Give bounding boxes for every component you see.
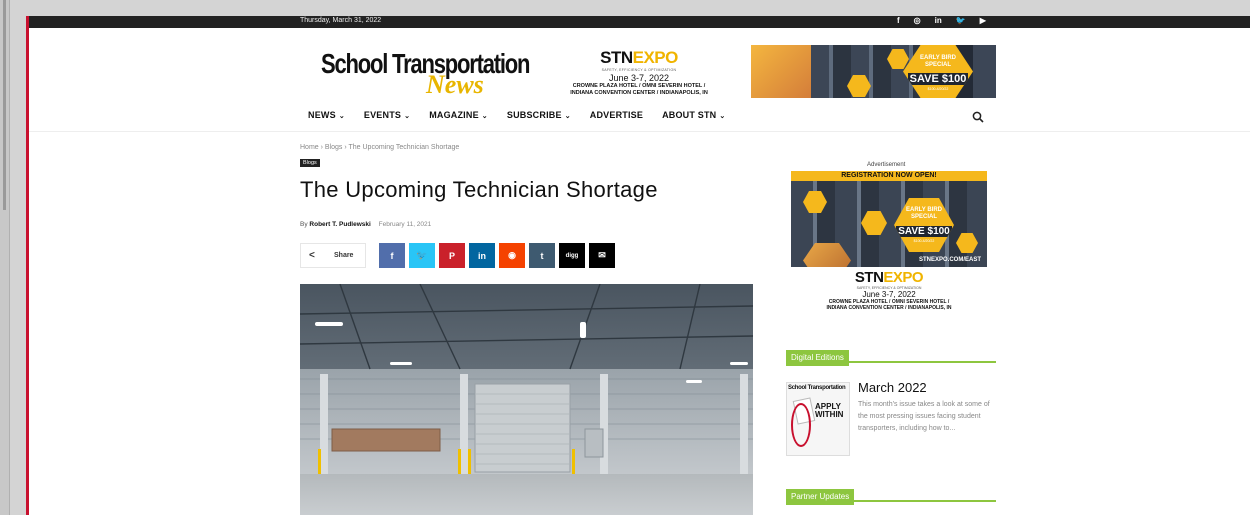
partner-updates-label: Partner Updates xyxy=(786,489,855,505)
main-nav: NEWS ⌄ EVENTS ⌄ MAGAZINE ⌄ SUBSCRIBE ⌄ ADVER… xyxy=(308,110,725,120)
search-icon[interactable] xyxy=(972,111,984,123)
pinterest-share-button[interactable]: P xyxy=(439,243,465,268)
twitter-icon: 🐦 xyxy=(416,250,428,260)
nav-news-label: NEWS xyxy=(308,110,336,120)
ad-url: STNEXPO.COM/EAST xyxy=(918,257,981,263)
social-links: f ◎ in 🐦 ▶ xyxy=(897,16,986,25)
nav-subscribe-label: SUBSCRIBE xyxy=(506,110,562,120)
warehouse-photo xyxy=(300,284,753,515)
chevron-down-icon: ⌄ xyxy=(338,113,345,120)
digital-editions-label: Digital Editions xyxy=(786,350,849,366)
nav-about[interactable]: ABOUT STN ⌄ xyxy=(662,110,725,120)
expo-promo[interactable]: STNEXPO SAFETY, EFFICIENCY & OPTIMIZATIO… xyxy=(554,48,724,108)
ad-label: Advertisement xyxy=(867,162,906,168)
expo-venue-line2: INDIANA CONVENTION CENTER / INDIANAPOLIS… xyxy=(570,90,708,96)
byline-by: By xyxy=(300,221,308,228)
scroll-thumb[interactable] xyxy=(3,0,6,210)
twitter-icon[interactable]: 🐦 xyxy=(956,16,966,25)
nav-magazine-label: MAGAZINE xyxy=(429,110,479,120)
article-hero-image xyxy=(300,284,753,515)
reddit-icon: ◉ xyxy=(508,250,516,260)
youtube-icon[interactable]: ▶ xyxy=(980,16,986,25)
edition-description: This month's issue takes a look at some … xyxy=(858,401,990,432)
author-link[interactable]: Robert T. Pudlewski xyxy=(309,221,370,228)
top-date: Thursday, March 31, 2022 xyxy=(300,17,382,24)
tumblr-icon: t xyxy=(540,250,544,261)
email-icon: ✉ xyxy=(598,250,606,260)
nav-events[interactable]: EVENTS ⌄ xyxy=(364,110,410,120)
ad-brand-a: STN xyxy=(854,269,884,286)
expo-venue-line1: CROWNE PLAZA HOTEL / OMNI SEVERIN HOTEL … xyxy=(572,83,706,89)
article-date: February 11, 2021 xyxy=(378,221,432,228)
article-byline: By Robert T. Pudlewski February 11, 2021 xyxy=(300,221,431,228)
cover-headline: APPLY WITHIN xyxy=(815,402,844,419)
nav-subscribe[interactable]: SUBSCRIBE ⌄ xyxy=(507,110,571,120)
linkedin-icon[interactable]: in xyxy=(935,16,942,25)
expo-dates: June 3-7, 2022 xyxy=(608,73,670,83)
expo-sidebar-ad[interactable]: REGISTRATION NOW OPEN! EARLY BIRD SPECIA… xyxy=(791,171,987,316)
banner-offer-line2: SPECIAL xyxy=(924,62,951,68)
ad-headline: REGISTRATION NOW OPEN! xyxy=(791,171,987,181)
web-page: Thursday, March 31, 2022 f ◎ in 🐦 ▶ Scho… xyxy=(26,16,1250,515)
logo-text-news: News xyxy=(426,70,484,99)
expo-brand-b: EXPO xyxy=(632,48,679,67)
breadcrumb[interactable]: Home › Blogs › The Upcoming Technician S… xyxy=(300,144,459,151)
share-icon: < xyxy=(309,250,315,261)
banner-photo-side xyxy=(973,45,996,98)
chevron-down-icon: ⌄ xyxy=(404,113,411,120)
nav-events-label: EVENTS xyxy=(363,110,402,120)
edition-title[interactable]: March 2022 xyxy=(858,380,927,395)
nav-magazine[interactable]: MAGAZINE ⌄ xyxy=(429,110,488,120)
top-bar: Thursday, March 31, 2022 f ◎ in 🐦 ▶ xyxy=(29,16,1250,28)
share-buttons: f 🐦 Pin ◉ t digg ✉ xyxy=(379,243,615,268)
scrollbar-left[interactable] xyxy=(0,0,10,515)
share-button[interactable]: < Share xyxy=(300,243,366,268)
magazine-cover-image[interactable]: School Transportation APPLY WITHIN xyxy=(786,382,850,456)
chevron-down-icon: ⌄ xyxy=(481,113,488,120)
tumblr-share-button[interactable]: t xyxy=(529,243,555,268)
digg-share-button[interactable]: digg xyxy=(559,243,585,268)
ad-expo-brand: STNEXPO xyxy=(791,269,987,286)
ad-offer-price: SAVE $100 xyxy=(896,226,952,237)
instagram-icon[interactable]: ◎ xyxy=(914,16,921,25)
nav-advertise[interactable]: ADVERTISE xyxy=(590,110,643,120)
digital-edition-card[interactable]: School Transportation APPLY WITHIN March… xyxy=(786,380,996,460)
ad-expo-venue-line2: INDIANA CONVENTION CENTER / INDIANAPOLIS… xyxy=(826,305,952,311)
banner-offer-price: SAVE $100 xyxy=(907,73,969,85)
nav-advertise-label: ADVERTISE xyxy=(589,110,644,120)
chevron-down-icon: ⌄ xyxy=(719,113,726,120)
early-bird-banner-ad[interactable]: EARLY BIRD SPECIAL SAVE $100 $100-4/20/2… xyxy=(751,45,996,98)
nav-news[interactable]: NEWS ⌄ xyxy=(308,110,345,120)
linkedin-icon: in xyxy=(478,250,486,261)
banner-offer-line1: EARLY BIRD xyxy=(919,55,956,61)
banner-photo-kids xyxy=(751,45,811,98)
linkedin-share-button[interactable]: in xyxy=(469,243,495,268)
pinterest-icon: P xyxy=(448,250,455,261)
expo-tagline: SAFETY, EFFICIENCY & OPTIMIZATION xyxy=(601,68,677,72)
ad-brand-b: EXPO xyxy=(883,269,924,286)
facebook-icon: f xyxy=(390,250,394,261)
email-share-button[interactable]: ✉ xyxy=(589,243,615,268)
ad-offer-line2: SPECIAL xyxy=(910,214,937,220)
partner-updates-heading: Partner Updates xyxy=(786,486,996,505)
digital-editions-heading: Digital Editions xyxy=(786,347,996,366)
digg-icon: digg xyxy=(565,252,579,259)
ad-expo-dates: June 3-7, 2022 xyxy=(862,290,916,299)
expo-brand-a: STN xyxy=(600,48,633,67)
cover-title: School Transportation xyxy=(788,385,846,391)
facebook-icon[interactable]: f xyxy=(897,16,900,25)
browser-viewport: Thursday, March 31, 2022 f ◎ in 🐦 ▶ Scho… xyxy=(0,0,1250,515)
ad-expo-info: STNEXPO SAFETY, EFFICIENCY & OPTIMIZATIO… xyxy=(791,267,987,316)
article-title: The Upcoming Technician Shortage xyxy=(300,177,658,202)
share-label: Share xyxy=(334,252,354,259)
nav-about-label: ABOUT STN xyxy=(662,110,717,120)
chevron-down-icon: ⌄ xyxy=(564,113,571,120)
cover-ring-graphic xyxy=(791,403,811,447)
expo-brand: STNEXPO xyxy=(554,48,724,68)
category-badge[interactable]: Blogs xyxy=(300,159,320,167)
reddit-share-button[interactable]: ◉ xyxy=(499,243,525,268)
facebook-share-button[interactable]: f xyxy=(379,243,405,268)
twitter-share-button[interactable]: 🐦 xyxy=(409,243,435,268)
site-logo[interactable]: School Transportation News xyxy=(321,48,530,99)
